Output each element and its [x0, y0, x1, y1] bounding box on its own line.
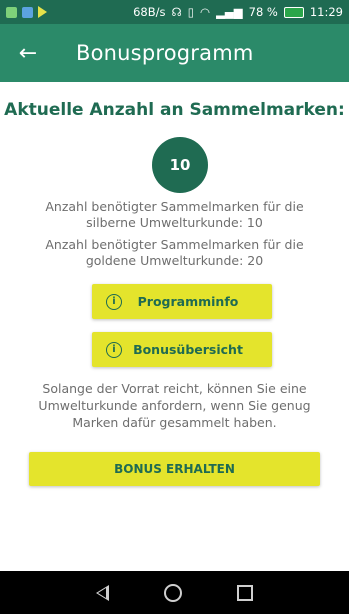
vibrate-icon: ▯	[187, 5, 195, 19]
gold-requirement-text: Anzahl benötigter Sammelmarken für die g…	[45, 237, 304, 268]
nav-recents-icon[interactable]	[237, 584, 253, 601]
stamp-count-badge: 10	[152, 137, 208, 193]
program-info-label: Programminfo	[137, 294, 239, 309]
network-speed: 68B/s	[133, 5, 166, 19]
app-bar: ← Bonusprogramm	[0, 24, 349, 82]
system-indicators: 68B/s ☊ ▯ ◠ ▂▄▆ 78 % 11:29	[133, 5, 343, 19]
info-icon: i	[106, 293, 122, 310]
status-bar: 68B/s ☊ ▯ ◠ ▂▄▆ 78 % 11:29	[0, 0, 349, 24]
nav-home-icon[interactable]	[164, 583, 182, 602]
message-notification-icon	[22, 6, 33, 18]
bonus-overview-label: Bonusübersicht	[133, 342, 243, 357]
notification-icons	[6, 6, 47, 18]
nav-back-icon[interactable]	[96, 584, 109, 601]
back-arrow-icon[interactable]: ←	[0, 41, 56, 66]
battery-icon	[283, 6, 304, 18]
play-store-icon	[38, 6, 47, 18]
page-title: Bonusprogramm	[76, 41, 254, 65]
silver-requirement-text: Anzahl benötigter Sammelmarken für die s…	[45, 199, 304, 230]
bonus-overview-button[interactable]: i Bonusübersicht	[92, 332, 272, 367]
system-nav-bar	[0, 571, 349, 614]
signal-icon: ▂▄▆	[216, 5, 243, 19]
headset-icon: ☊	[171, 5, 182, 19]
program-info-button[interactable]: i Programminfo	[92, 284, 272, 319]
get-bonus-button[interactable]: BONUS ERHALTEN	[29, 452, 320, 486]
clock: 11:29	[309, 5, 343, 19]
app-notification-icon	[6, 6, 17, 18]
availability-note: Solange der Vorrat reicht, können Sie ei…	[38, 381, 311, 430]
wifi-icon: ◠	[200, 5, 211, 19]
info-icon: i	[106, 341, 122, 358]
stamp-count-heading: Aktuelle Anzahl an Sammelmarken:	[4, 100, 345, 120]
battery-percent: 78 %	[248, 5, 278, 19]
